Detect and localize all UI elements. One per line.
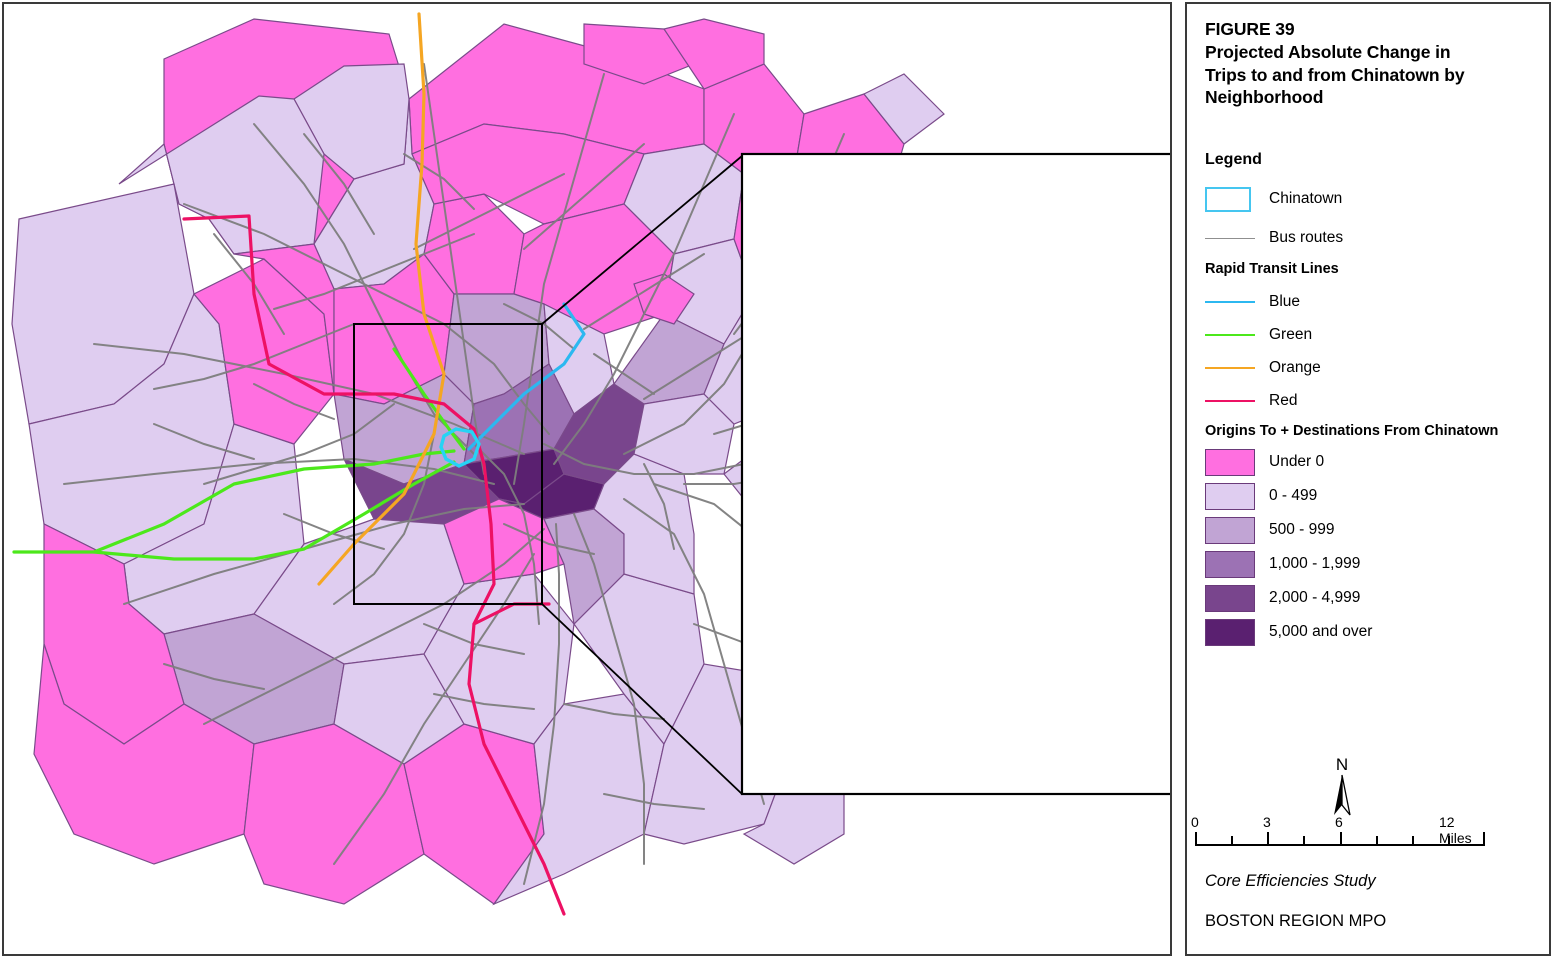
legend-class-label: 1,000 - 1,999 bbox=[1269, 555, 1361, 572]
legend-class-1000-1999[interactable]: 1,000 - 1,999 bbox=[1205, 547, 1535, 581]
map-furniture: N 0 3 6 12 Miles Core Efficiencies Study… bbox=[1187, 746, 1549, 956]
scale-tick-label: 3 bbox=[1263, 814, 1271, 830]
legend-item-label: Orange bbox=[1269, 358, 1321, 376]
legend-heading: Legend bbox=[1205, 151, 1262, 168]
class-swatch bbox=[1205, 448, 1267, 476]
class-swatch bbox=[1205, 482, 1267, 510]
class-swatch bbox=[1205, 516, 1267, 544]
legend-panel: FIGURE 39 Projected Absolute Change in T… bbox=[1185, 2, 1551, 956]
scale-bar-labels: 0 3 6 12 Miles bbox=[1191, 814, 1485, 846]
legend-class-500-999[interactable]: 500 - 999 bbox=[1205, 513, 1535, 547]
bus-route-swatch bbox=[1205, 237, 1267, 239]
legend-item-orange-line[interactable]: Orange bbox=[1205, 351, 1535, 384]
orange-line-swatch bbox=[1205, 366, 1267, 369]
class-swatch bbox=[1205, 618, 1267, 646]
rapid-transit-heading: Rapid Transit Lines bbox=[1205, 261, 1339, 277]
legend-class-5000-over[interactable]: 5,000 and over bbox=[1205, 615, 1535, 649]
map-panel[interactable] bbox=[2, 2, 1172, 956]
scale-bar: 0 3 6 12 Miles bbox=[1191, 814, 1485, 846]
legend-class-2000-4999[interactable]: 2,000 - 4,999 bbox=[1205, 581, 1535, 615]
class-swatch bbox=[1205, 550, 1267, 578]
legend-class-label: 0 - 499 bbox=[1269, 487, 1318, 504]
legend-item-bus-routes[interactable]: Bus routes bbox=[1205, 219, 1535, 257]
scale-bar-track bbox=[1195, 832, 1485, 846]
legend-item-label: Bus routes bbox=[1269, 229, 1344, 246]
choropleth-heading: Origins To + Destinations From Chinatown bbox=[1205, 423, 1499, 439]
legend-item-red-line[interactable]: Red bbox=[1205, 384, 1535, 417]
legend-item-label: Red bbox=[1269, 391, 1298, 409]
map-canvas[interactable] bbox=[4, 4, 1170, 954]
legend-class-label: 2,000 - 4,999 bbox=[1269, 589, 1361, 606]
scale-tick-label: 6 bbox=[1335, 814, 1343, 830]
legend-class-under-0[interactable]: Under 0 bbox=[1205, 445, 1535, 479]
organization-name: BOSTON REGION MPO bbox=[1205, 912, 1387, 930]
legend-item-label: Green bbox=[1269, 325, 1313, 343]
legend-class-label: 500 - 999 bbox=[1269, 521, 1335, 538]
legend-item-blue-line[interactable]: Blue bbox=[1205, 285, 1535, 318]
legend-class-label: Under 0 bbox=[1269, 453, 1325, 470]
north-arrow-glyph bbox=[1334, 774, 1351, 816]
scale-tick-label: 0 bbox=[1191, 814, 1199, 830]
green-line-swatch bbox=[1205, 333, 1267, 336]
legend-class-label: 5,000 and over bbox=[1269, 623, 1373, 640]
class-swatch bbox=[1205, 584, 1267, 612]
study-name: Core Efficiencies Study bbox=[1205, 872, 1376, 890]
blue-line-swatch bbox=[1205, 300, 1267, 303]
legend-item-chinatown[interactable]: Chinatown bbox=[1205, 179, 1535, 219]
figure-title: FIGURE 39 Projected Absolute Change in T… bbox=[1205, 19, 1465, 108]
chinatown-swatch bbox=[1205, 186, 1267, 212]
legend-item-label: Chinatown bbox=[1269, 190, 1343, 207]
legend-class-0-499[interactable]: 0 - 499 bbox=[1205, 479, 1535, 513]
red-line-swatch bbox=[1205, 399, 1267, 402]
legend-item-green-line[interactable]: Green bbox=[1205, 318, 1535, 351]
north-arrow: N bbox=[1329, 756, 1355, 821]
legend-item-label: Blue bbox=[1269, 292, 1301, 310]
north-arrow-label: N bbox=[1335, 755, 1349, 774]
figure-page: FIGURE 39 Projected Absolute Change in T… bbox=[0, 0, 1553, 958]
